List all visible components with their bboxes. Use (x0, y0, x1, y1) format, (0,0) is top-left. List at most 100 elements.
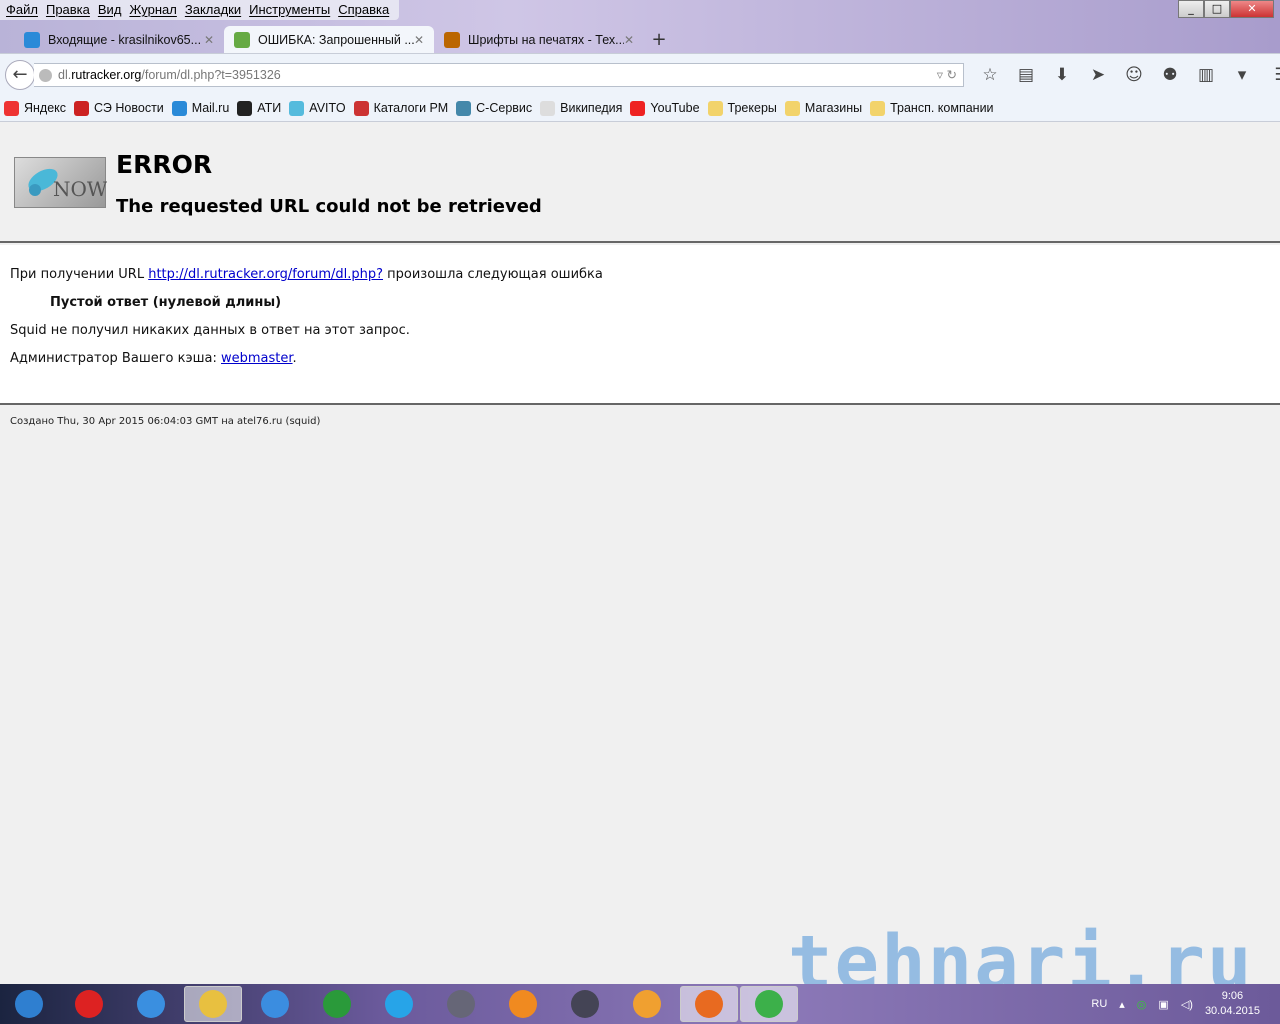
network-icon[interactable]: ▣ (1158, 998, 1168, 1011)
text: произошла следующая ошибка (383, 267, 603, 282)
dropdown-icon[interactable]: ▾ (1224, 63, 1260, 87)
bookmark-item[interactable]: AVITO (289, 100, 346, 116)
date: 30.04.2015 (1204, 1005, 1260, 1017)
error-page: NOW ERROR The requested URL could not be… (0, 122, 1280, 982)
taskbar-app[interactable] (432, 986, 490, 1022)
toolbar-icons: ☆ ▤ ⬇ ➤ ☺ ⚉ ▥ ▾ ☰ (972, 63, 1280, 87)
reload-icon[interactable]: ▿ ↻ (937, 64, 957, 86)
menu-file[interactable]: Файл (4, 0, 44, 20)
bookmark-icon (870, 100, 886, 116)
minimize-button[interactable]: _ (1178, 0, 1204, 18)
clipboard-icon[interactable]: ▥ (1188, 63, 1224, 87)
taskbar-app[interactable] (370, 986, 428, 1022)
bookmark-label: Трекеры (727, 101, 777, 115)
bookmark-item[interactable]: АТИ (237, 100, 281, 116)
bookmark-item[interactable]: Трансп. компании (870, 100, 994, 116)
bookmark-icon (456, 100, 472, 116)
taskbar-app[interactable] (740, 986, 798, 1022)
bookmark-label: Каталоги РМ (373, 101, 449, 115)
menu-history[interactable]: Журнал (127, 0, 182, 20)
clock[interactable]: 9:06 30.04.2015 (1205, 989, 1260, 1019)
bookmark-icon (540, 100, 556, 116)
text: При получении URL (10, 267, 149, 282)
globe-icon (39, 69, 52, 82)
download-icon[interactable]: ⬇ (1044, 63, 1080, 87)
menu-view[interactable]: Вид (96, 0, 128, 20)
app-icon (509, 990, 537, 1018)
menu-bookmarks[interactable]: Закладки (183, 0, 247, 20)
close-tab-icon[interactable]: ✕ (624, 33, 634, 47)
bookmark-icon (74, 100, 90, 116)
agent-tray-icon[interactable]: ◎ (1137, 998, 1147, 1011)
new-tab-button[interactable]: + (644, 26, 674, 53)
tab-favicon-icon (234, 31, 250, 48)
bookmark-icon (630, 100, 646, 116)
tab[interactable]: ОШИБКА: Запрошенный ... ✕ (224, 26, 434, 53)
close-window-button[interactable]: ✕ (1230, 0, 1274, 18)
close-tab-icon[interactable]: ✕ (414, 33, 424, 47)
tab[interactable]: Входящие - krasilnikov65... ✕ (14, 26, 224, 53)
bookmark-item[interactable]: YouTube (630, 100, 700, 116)
bookmark-item[interactable]: Mail.ru (171, 100, 229, 116)
send-icon[interactable]: ➤ (1080, 63, 1116, 87)
tab-title: Входящие - krasilnikov65... (48, 32, 202, 47)
hamburger-menu-icon[interactable]: ☰ (1264, 63, 1280, 87)
url-domain: rutracker.org (71, 68, 142, 82)
taskbar-app[interactable] (556, 986, 614, 1022)
volume-icon[interactable]: ◁) (1181, 998, 1193, 1011)
taskbar-app[interactable] (184, 986, 242, 1022)
error-url-link[interactable]: http://dl.rutracker.org/forum/dl.php? (148, 267, 383, 282)
taskbar-app[interactable] (246, 986, 304, 1022)
tab-favicon-icon (24, 31, 40, 48)
bookmark-item[interactable]: СЭ Новости (74, 100, 164, 116)
webmaster-link[interactable]: webmaster (221, 351, 293, 366)
menu-tools[interactable]: Инструменты (247, 0, 336, 20)
bookmarks-bar: Яндекс СЭ Новости Mail.ru АТИ AVITO Каталоги … (0, 95, 1280, 122)
bookmark-item[interactable]: Википедия (540, 100, 623, 116)
bookmark-label: YouTube (650, 101, 700, 115)
taskbar-app[interactable] (60, 986, 118, 1022)
app-icon (385, 990, 413, 1018)
browser-chrome: Файл Правка Вид Журнал Закладки Инструме… (0, 0, 1280, 122)
reading-list-icon[interactable]: ▤ (1008, 63, 1044, 87)
bookmark-star-icon[interactable]: ☆ (972, 63, 1008, 87)
bookmark-item[interactable]: Магазины (784, 100, 863, 116)
bookmark-item[interactable]: С-Сервис (456, 100, 532, 116)
bookmark-icon (289, 100, 305, 116)
tray-expand-icon[interactable]: ▴ (1119, 998, 1125, 1011)
app-icon (447, 990, 475, 1018)
url-bar[interactable]: dl.rutracker.org/forum/dl.php?t=3951326 … (34, 63, 964, 87)
error-description: Squid не получил никаких данных в ответ … (10, 323, 410, 338)
bookmark-icon (4, 100, 19, 116)
text: . (292, 351, 297, 366)
addon-icon[interactable]: ⚉ (1152, 63, 1188, 87)
language-indicator[interactable]: RU (1091, 998, 1107, 1010)
taskbar-app[interactable] (494, 986, 552, 1022)
bookmark-item[interactable]: Каталоги РМ (353, 100, 449, 116)
menu-edit[interactable]: Правка (44, 0, 96, 20)
start-button[interactable] (0, 986, 58, 1022)
bookmark-item[interactable]: Трекеры (707, 100, 777, 116)
taskbar-app[interactable] (618, 986, 676, 1022)
app-icon (633, 990, 661, 1018)
bookmark-item[interactable]: Яндекс (4, 100, 66, 116)
time: 9:06 (1221, 990, 1244, 1002)
app-icon (323, 990, 351, 1018)
bookmark-label: Трансп. компании (890, 101, 994, 115)
menu-help[interactable]: Справка (336, 0, 395, 20)
svg-text:NOW: NOW (53, 177, 107, 201)
maximize-button[interactable]: □ (1204, 0, 1230, 18)
tab[interactable]: Шрифты на печатях - Тех... ✕ (434, 26, 644, 53)
bookmark-label: Википедия (560, 101, 623, 115)
app-icon (695, 990, 723, 1018)
close-tab-icon[interactable]: ✕ (204, 33, 214, 47)
chat-icon[interactable]: ☺ (1116, 63, 1152, 87)
taskbar-app[interactable] (122, 986, 180, 1022)
bookmark-label: Магазины (804, 101, 863, 115)
taskbar-app[interactable] (680, 986, 738, 1022)
taskbar-app[interactable] (308, 986, 366, 1022)
navigation-toolbar: ← dl.rutracker.org/forum/dl.php?t=395132… (0, 53, 1280, 95)
bookmark-icon (353, 100, 369, 116)
back-button[interactable]: ← (5, 60, 35, 90)
url-path: /forum/dl.php?t=3951326 (141, 68, 281, 82)
